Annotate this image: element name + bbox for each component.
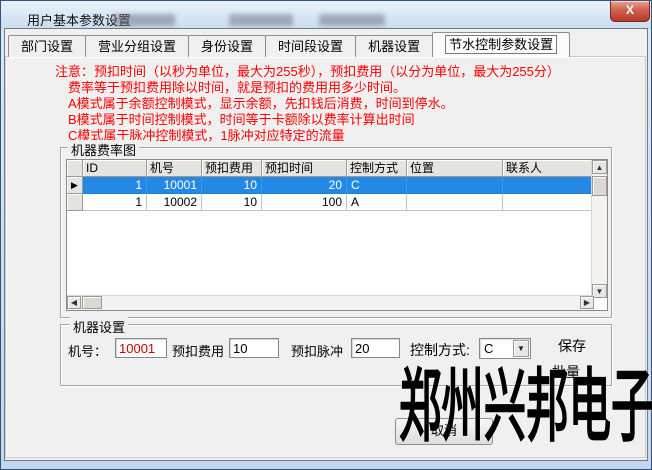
cell-time[interactable]: 100 xyxy=(262,194,347,211)
tab-department[interactable]: 部门设置 xyxy=(8,35,86,57)
tab-identity[interactable]: 身份设置 xyxy=(188,35,266,57)
machine-number-label: 机号： xyxy=(68,341,107,360)
blurred-watermark xyxy=(319,14,385,26)
column-header-id[interactable]: ID xyxy=(83,160,147,177)
grid-header-row: ID 机号 预扣费用 预扣时间 控制方式 位置 联系人 xyxy=(67,160,594,177)
batch-button[interactable]: 批量 xyxy=(552,362,580,382)
blurred-watermark xyxy=(113,14,175,26)
blurred-watermark xyxy=(229,14,293,26)
machine-number-input[interactable] xyxy=(115,338,167,358)
tab-time-period[interactable]: 时间段设置 xyxy=(265,35,356,57)
cell-machine[interactable]: 10001 xyxy=(147,177,202,194)
cell-machine[interactable]: 10002 xyxy=(147,194,202,211)
cell-fee[interactable]: 10 xyxy=(202,177,262,194)
cell-location[interactable] xyxy=(407,194,503,211)
column-header-contact[interactable]: 联系人 xyxy=(503,160,594,177)
cell-contact[interactable] xyxy=(503,194,594,211)
prededuct-pulse-label: 预扣脉冲 xyxy=(291,341,343,360)
column-header-fee[interactable]: 预扣费用 xyxy=(202,160,262,177)
cell-contact[interactable] xyxy=(503,177,594,194)
machine-settings-group-title: 机器设置 xyxy=(70,317,128,336)
cell-mode[interactable]: C xyxy=(347,177,407,194)
app-window: { "window": { "title": "用户基本参数设置", "clos… xyxy=(0,0,652,470)
scroll-down-icon[interactable]: ▼ xyxy=(592,284,607,298)
vertical-scroll-thumb[interactable] xyxy=(592,176,607,196)
cell-time[interactable]: 20 xyxy=(262,177,347,194)
cell-id[interactable]: 1 xyxy=(83,177,147,194)
column-header-time[interactable]: 预扣时间 xyxy=(262,160,347,177)
control-mode-label: 控制方式: xyxy=(410,340,470,360)
tab-label: 节水控制参数设置 xyxy=(445,35,557,54)
tab-strip: 部门设置 营业分组设置 身份设置 时间段设置 机器设置 节水控制参数设置 xyxy=(8,32,569,57)
column-header-location[interactable]: 位置 xyxy=(407,160,503,177)
horizontal-scroll-thumb[interactable] xyxy=(82,296,102,309)
table-row[interactable]: ▶ 1 10001 10 20 C xyxy=(67,177,594,194)
table-row[interactable]: 1 10002 10 100 A xyxy=(67,194,594,211)
row-selector-arrow-icon: ▶ xyxy=(67,177,83,194)
scroll-up-icon[interactable]: ▲ xyxy=(592,160,607,174)
prededuct-pulse-input[interactable] xyxy=(351,338,400,358)
cell-location[interactable] xyxy=(407,177,503,194)
tab-machine[interactable]: 机器设置 xyxy=(355,35,433,57)
horizontal-scrollbar[interactable]: ◀ ▶ xyxy=(67,295,594,310)
vertical-scrollbar[interactable]: ▲ ▼ xyxy=(591,160,607,298)
rate-chart-group-title: 机器费率图 xyxy=(68,140,139,159)
chevron-down-icon[interactable]: ▼ xyxy=(513,340,529,357)
tab-business-group[interactable]: 营业分组设置 xyxy=(85,35,189,57)
scroll-left-icon[interactable]: ◀ xyxy=(67,296,81,309)
prededuct-fee-label: 预扣费用 xyxy=(172,341,224,360)
cancel-button[interactable]: 取消 xyxy=(395,418,493,445)
machine-rate-grid: ID 机号 预扣费用 预扣时间 控制方式 位置 联系人 ▶ 1 10001 10… xyxy=(66,159,608,311)
close-button[interactable]: X xyxy=(610,1,650,22)
control-mode-select[interactable]: C ▼ xyxy=(479,338,531,359)
grid-corner-cell xyxy=(67,160,83,177)
scroll-right-icon[interactable]: ▶ xyxy=(580,296,594,309)
cell-fee[interactable]: 10 xyxy=(202,194,262,211)
control-mode-value: C xyxy=(484,341,493,356)
cell-mode[interactable]: A xyxy=(347,194,407,211)
column-header-machine[interactable]: 机号 xyxy=(147,160,202,177)
prededuct-fee-input[interactable] xyxy=(229,338,279,358)
cell-id[interactable]: 1 xyxy=(83,194,147,211)
row-selector xyxy=(67,194,83,211)
column-header-mode[interactable]: 控制方式 xyxy=(347,160,407,177)
title-bar: 用户基本参数设置 xyxy=(1,1,651,29)
tab-water-saving-control[interactable]: 节水控制参数设置 xyxy=(432,32,570,57)
save-button[interactable]: 保存 xyxy=(558,336,586,356)
